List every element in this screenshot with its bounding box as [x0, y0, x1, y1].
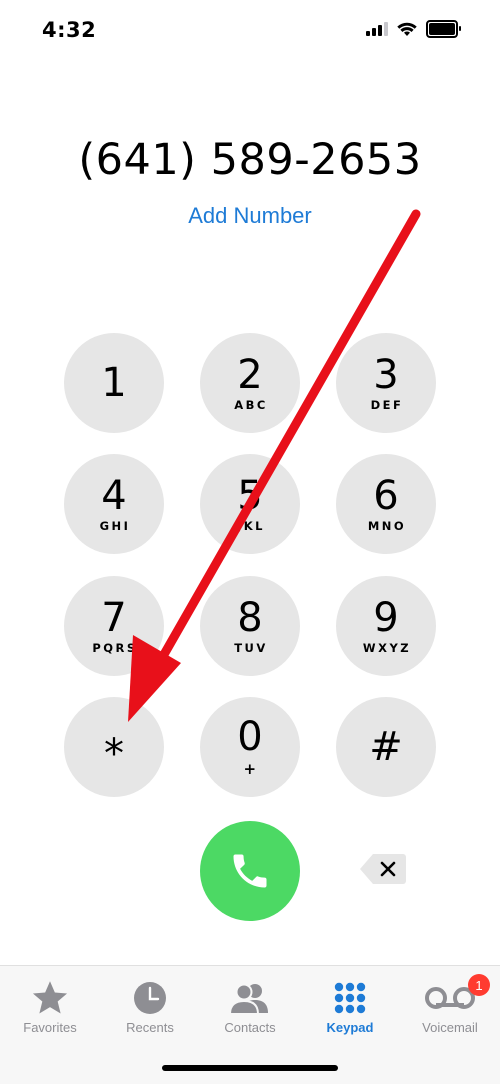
tab-recents[interactable]: Recents	[100, 966, 200, 1046]
contacts-icon	[228, 983, 268, 1015]
key-letters: GHI	[99, 518, 131, 533]
backspace-icon	[360, 854, 406, 884]
key-letters: ABC	[234, 397, 268, 412]
key-digit: 5	[237, 472, 263, 519]
key-digit: 9	[373, 594, 399, 641]
key-digit: *	[104, 731, 124, 777]
key-6[interactable]: 6 MNO	[336, 454, 436, 554]
tab-favorites[interactable]: Favorites	[0, 966, 100, 1046]
key-letters: PQRS	[92, 640, 138, 655]
add-number-link[interactable]: Add Number	[0, 203, 500, 229]
tab-label: Favorites	[23, 1020, 77, 1035]
key-digit: #	[369, 724, 403, 770]
voicemail-badge: 1	[468, 974, 490, 996]
key-star[interactable]: *	[64, 697, 164, 797]
key-digit: 2	[237, 351, 263, 398]
key-3[interactable]: 3 DEF	[336, 333, 436, 433]
key-letters: JKL	[236, 518, 266, 533]
tab-label: Contacts	[224, 1020, 276, 1035]
wifi-icon	[397, 22, 417, 36]
star-icon	[32, 981, 68, 1014]
tab-label: Keypad	[326, 1020, 374, 1035]
key-digit: 4	[101, 472, 127, 519]
cellular-signal-icon	[366, 22, 388, 36]
key-letters: +	[243, 759, 259, 778]
key-digit: 3	[373, 351, 399, 398]
key-9[interactable]: 9 WXYZ	[336, 576, 436, 676]
status-time: 4:32	[42, 18, 97, 42]
key-hash[interactable]: #	[336, 697, 436, 797]
key-letters: MNO	[367, 518, 407, 533]
tab-label: Recents	[126, 1020, 174, 1035]
home-indicator	[162, 1065, 338, 1071]
key-digit: 8	[237, 594, 263, 641]
call-button[interactable]	[200, 821, 300, 921]
tab-voicemail[interactable]: 1 Voicemail	[400, 966, 500, 1046]
dialed-number: (641) 589-2653	[78, 135, 422, 185]
key-4[interactable]: 4 GHI	[64, 454, 164, 554]
keypad-icon	[334, 982, 366, 1014]
battery-icon	[426, 20, 461, 38]
key-digit: 1	[101, 360, 127, 406]
key-digit: 7	[101, 594, 127, 641]
tab-label: Voicemail	[422, 1020, 478, 1035]
key-2[interactable]: 2 ABC	[200, 333, 300, 433]
key-1[interactable]: 1	[64, 333, 164, 433]
key-0[interactable]: 0 +	[200, 697, 300, 797]
delete-button[interactable]	[359, 853, 407, 885]
key-7[interactable]: 7 PQRS	[64, 576, 164, 676]
clock-icon	[134, 982, 166, 1014]
tab-contacts[interactable]: Contacts	[200, 966, 300, 1046]
key-8[interactable]: 8 TUV	[200, 576, 300, 676]
phone-icon	[233, 854, 267, 888]
key-letters: WXYZ	[362, 640, 412, 655]
key-5[interactable]: 5 JKL	[200, 454, 300, 554]
key-letters: DEF	[370, 397, 404, 412]
key-letters: TUV	[234, 640, 268, 655]
tab-keypad[interactable]: Keypad	[300, 966, 400, 1046]
key-digit: 0	[237, 713, 263, 760]
status-icons	[366, 20, 461, 38]
key-digit: 6	[373, 472, 399, 519]
